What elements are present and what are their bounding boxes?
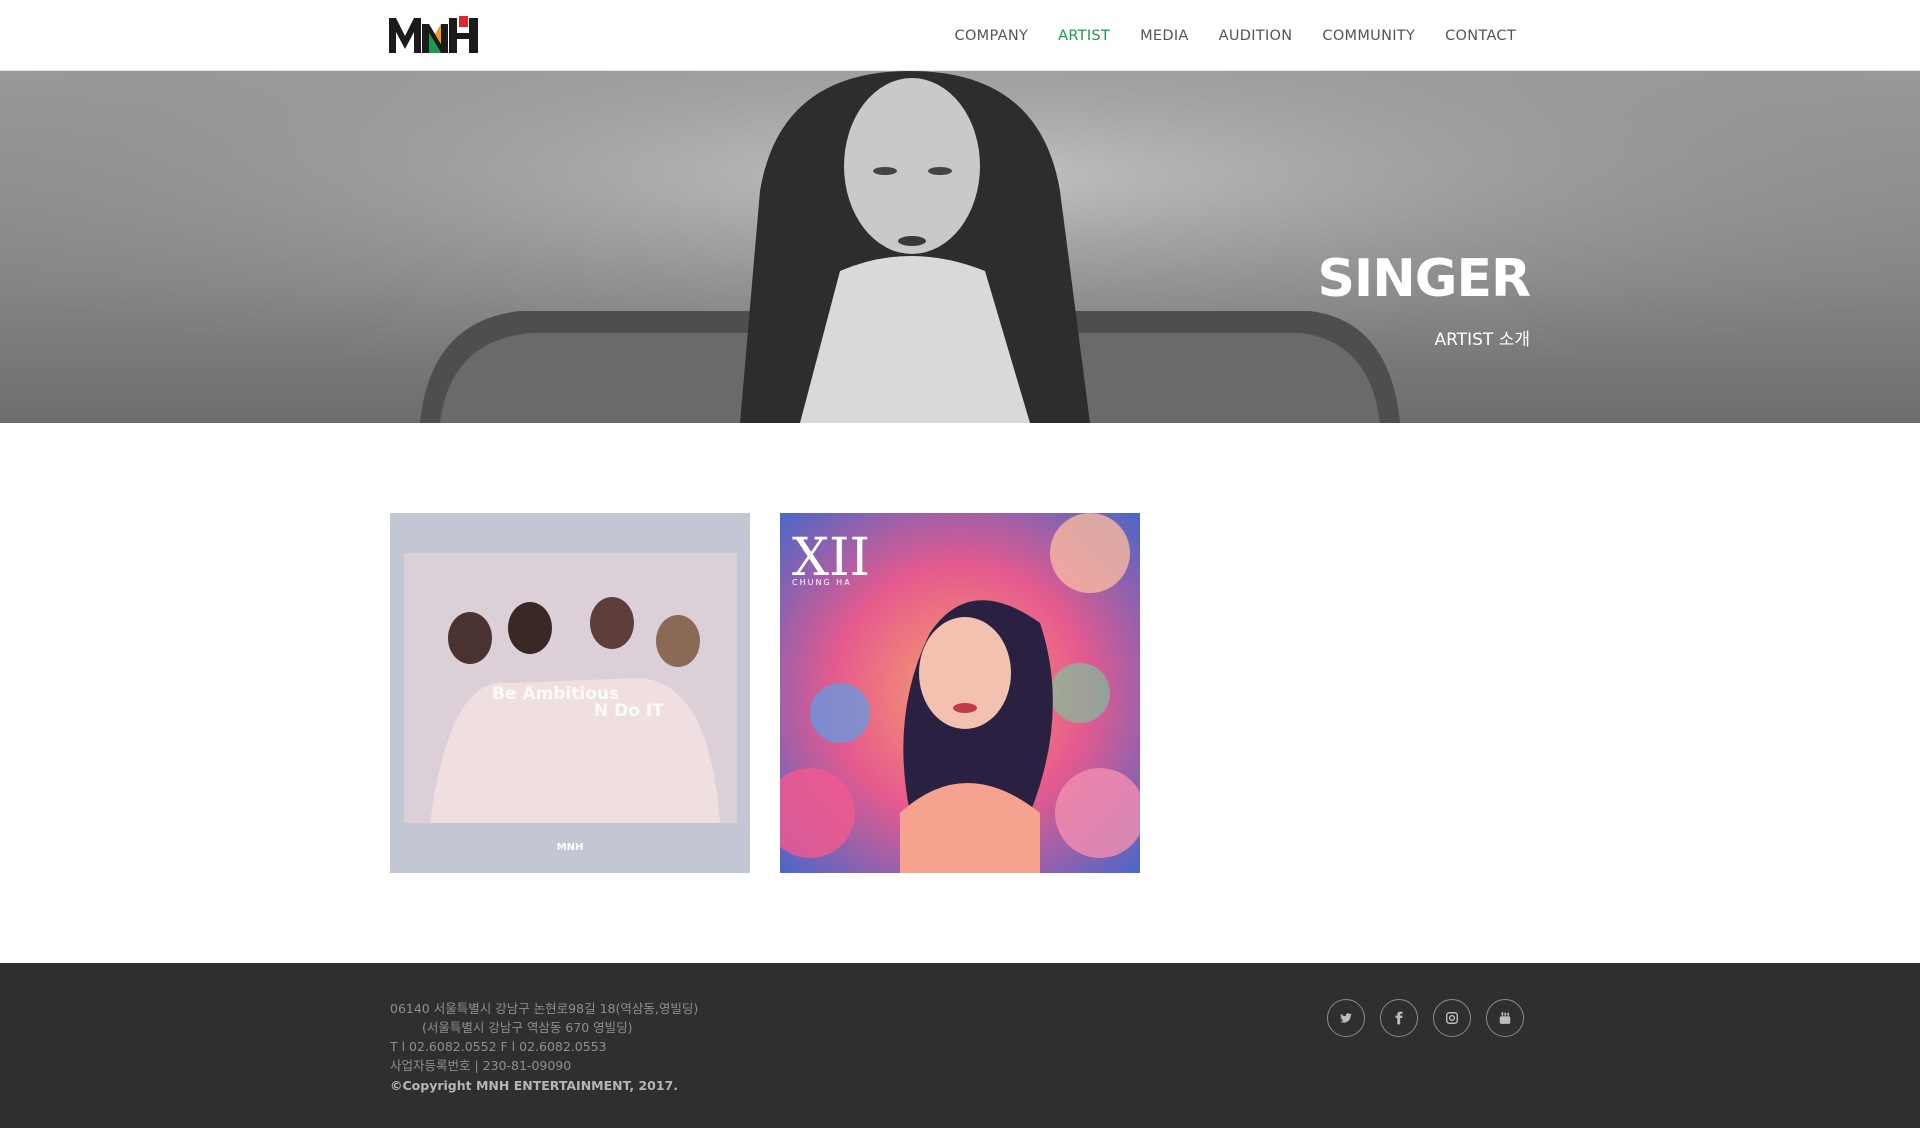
address: 06140 서울특별시 강남구 논현로98길 18(역삼동,영빌딩)	[390, 1001, 699, 1016]
youtube-icon	[1499, 1012, 1511, 1024]
artist-grid: Be Ambitious N Do IT MNH XII CHUNG HA	[390, 513, 1140, 873]
facebook-icon	[1395, 1011, 1403, 1025]
nav-artist[interactable]: ARTIST	[1058, 28, 1110, 44]
youtube-link[interactable]	[1486, 999, 1524, 1037]
site-header: COMPANY ARTIST MEDIA AUDITION COMMUNITY …	[0, 0, 1920, 71]
social-links	[1327, 999, 1524, 1037]
site-footer: 06140 서울특별시 강남구 논현로98길 18(역삼동,영빌딩) (서울특별…	[0, 963, 1920, 1128]
biz-number: 사업자등록번호 | 230-81-09090	[390, 1058, 572, 1073]
mnh-logo[interactable]	[389, 16, 479, 54]
hero-banner: SINGER ARTIST 소개	[0, 71, 1920, 423]
artist-card-chungha[interactable]: XII CHUNG HA	[780, 513, 1140, 873]
artist-card-group[interactable]: Be Ambitious N Do IT MNH	[390, 513, 750, 873]
nav-company[interactable]: COMPANY	[955, 28, 1029, 44]
nav-community[interactable]: COMMUNITY	[1322, 28, 1415, 44]
hero-subtitle: ARTIST 소개	[1434, 330, 1530, 350]
twitter-icon	[1340, 1013, 1352, 1023]
cover-artist: CHUNG HA	[792, 578, 852, 587]
cover-logo: MNH	[557, 842, 584, 853]
hero-photo	[0, 71, 1920, 423]
cover-text-2: N Do IT	[594, 701, 664, 721]
album-cover-chungha: XII CHUNG HA	[780, 513, 1140, 873]
main-nav: COMPANY ARTIST MEDIA AUDITION COMMUNITY …	[955, 0, 1516, 71]
nav-audition[interactable]: AUDITION	[1219, 28, 1293, 44]
hero-title: SINGER	[1317, 249, 1531, 309]
address-old: (서울특별시 강남구 역삼동 670 영빌딩)	[422, 1020, 633, 1035]
instagram-icon	[1446, 1012, 1458, 1024]
album-cover-group: Be Ambitious N Do IT MNH	[390, 513, 750, 873]
instagram-link[interactable]	[1433, 999, 1471, 1037]
company-info: 06140 서울특별시 강남구 논현로98길 18(역삼동,영빌딩) (서울특별…	[390, 999, 698, 1095]
facebook-link[interactable]	[1380, 999, 1418, 1037]
nav-contact[interactable]: CONTACT	[1445, 28, 1516, 44]
twitter-link[interactable]	[1327, 999, 1365, 1037]
phone-fax: T l 02.6082.0552 F l 02.6082.0553	[390, 1039, 607, 1054]
nav-media[interactable]: MEDIA	[1140, 28, 1189, 44]
copyright: ©Copyright MNH ENTERTAINMENT, 2017.	[390, 1078, 678, 1093]
